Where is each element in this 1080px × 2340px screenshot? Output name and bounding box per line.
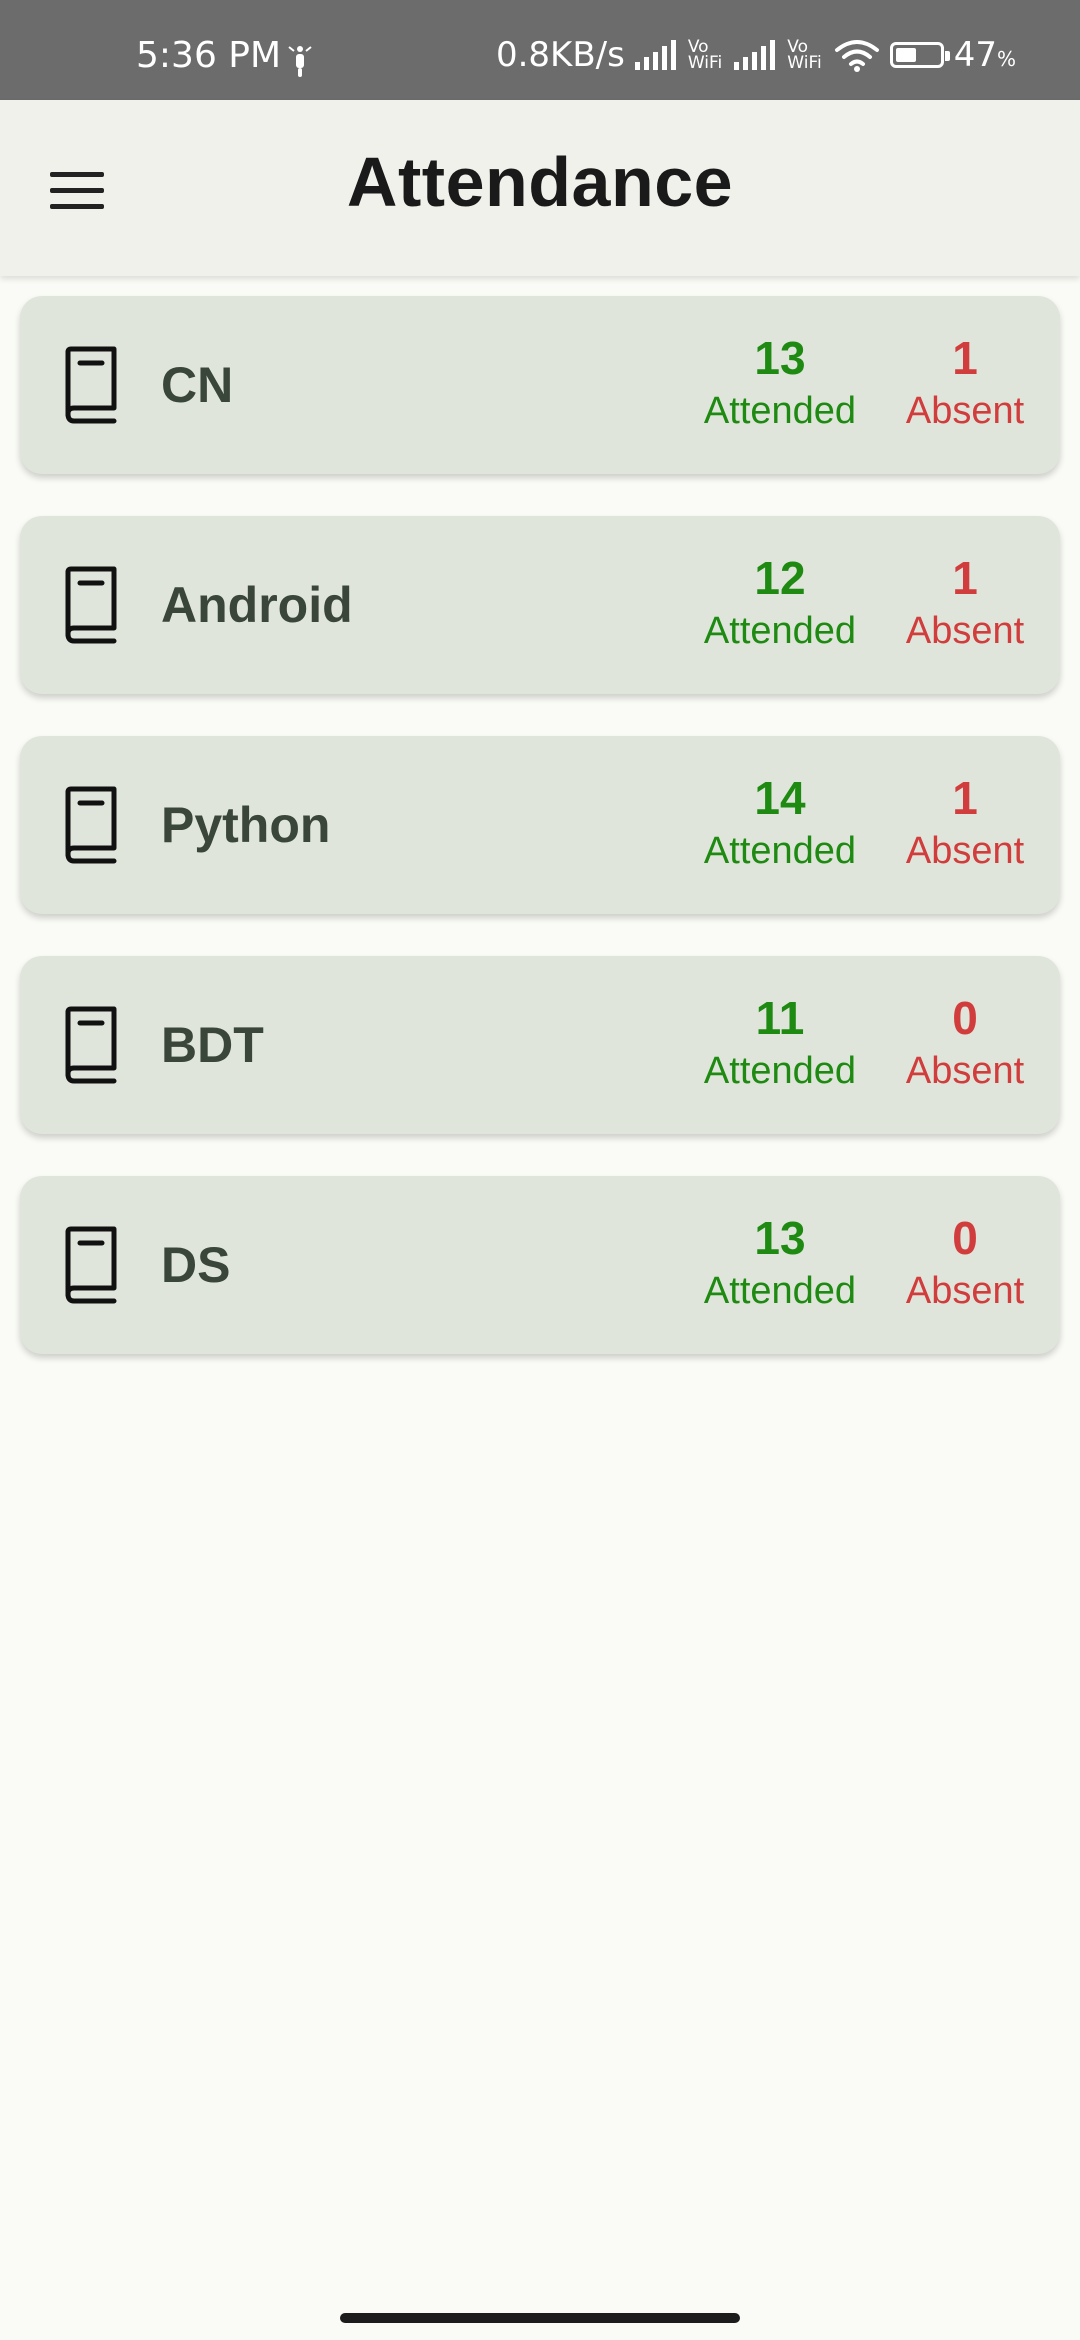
absent-count: 1: [952, 332, 978, 384]
attended-stat: 13 Attended: [685, 330, 875, 436]
book-icon: [65, 346, 117, 424]
signal-icon: [734, 40, 776, 70]
status-right-group: 0.8KB/s Vo WiFi Vo WiFi 47%: [496, 38, 1016, 72]
attended-label: Attended: [703, 390, 857, 432]
battery-icon: [889, 42, 950, 68]
subject-list: CN 13 Attended 1 Absent Android 12 Atten…: [20, 296, 1060, 1396]
absent-stat: 0 Absent: [885, 990, 1045, 1096]
subject-card-python[interactable]: Python 14 Attended 1 Absent: [20, 736, 1060, 914]
attended-count: 12: [754, 552, 806, 604]
subject-card-bdt[interactable]: BDT 11 Attended 0 Absent: [20, 956, 1060, 1134]
absent-count: 0: [952, 1212, 978, 1264]
book-icon: [65, 566, 117, 644]
absent-count: 0: [952, 992, 978, 1044]
app-bar: Attendance: [0, 100, 1080, 276]
book-icon: [65, 786, 117, 864]
attended-label: Attended: [703, 610, 857, 652]
subject-card-ds[interactable]: DS 13 Attended 0 Absent: [20, 1176, 1060, 1354]
subject-card-cn[interactable]: CN 13 Attended 1 Absent: [20, 296, 1060, 474]
attended-stat: 13 Attended: [685, 1210, 875, 1316]
vowifi-icon: Vo WiFi: [787, 37, 822, 73]
subject-name: Android: [161, 577, 353, 633]
attended-count: 11: [755, 992, 805, 1044]
absent-label: Absent: [905, 1270, 1025, 1312]
book-icon: [65, 1226, 117, 1304]
status-bar: 5:36 PM 0.8KB/s Vo WiFi Vo WiFi 47%: [0, 0, 1080, 100]
battery-percent: 47%: [953, 35, 1016, 75]
page-title: Attendance: [346, 143, 734, 221]
attended-stat: 14 Attended: [685, 770, 875, 876]
attended-stat: 11 Attended: [685, 990, 875, 1096]
subject-name: BDT: [161, 1017, 264, 1073]
absent-count: 1: [952, 772, 978, 824]
absent-label: Absent: [905, 390, 1025, 432]
subject-name: DS: [161, 1237, 231, 1293]
subject-card-android[interactable]: Android 12 Attended 1 Absent: [20, 516, 1060, 694]
absent-count: 1: [952, 552, 978, 604]
signal-icon: [634, 40, 676, 70]
absent-stat: 0 Absent: [885, 1210, 1045, 1316]
vowifi-icon: Vo WiFi: [687, 37, 723, 73]
attended-count: 13: [754, 1212, 806, 1264]
attended-label: Attended: [703, 1050, 857, 1092]
absent-label: Absent: [905, 830, 1025, 872]
attended-count: 14: [754, 772, 806, 824]
absent-stat: 1 Absent: [885, 770, 1045, 876]
status-time: 5:36 PM: [136, 35, 282, 76]
attended-stat: 12 Attended: [685, 550, 875, 656]
attended-label: Attended: [703, 830, 857, 872]
attended-count: 13: [754, 332, 806, 384]
net-speed: 0.8KB/s: [495, 35, 625, 75]
book-icon: [65, 1006, 117, 1084]
wifi-icon: [834, 40, 879, 72]
absent-label: Absent: [905, 1050, 1025, 1092]
scooter-icon: [288, 46, 312, 77]
home-indicator[interactable]: [340, 2313, 740, 2323]
absent-stat: 1 Absent: [885, 550, 1045, 656]
absent-label: Absent: [905, 610, 1025, 652]
subject-name: CN: [161, 357, 234, 413]
subject-name: Python: [161, 797, 331, 853]
attended-label: Attended: [703, 1270, 857, 1312]
absent-stat: 1 Absent: [885, 330, 1045, 436]
